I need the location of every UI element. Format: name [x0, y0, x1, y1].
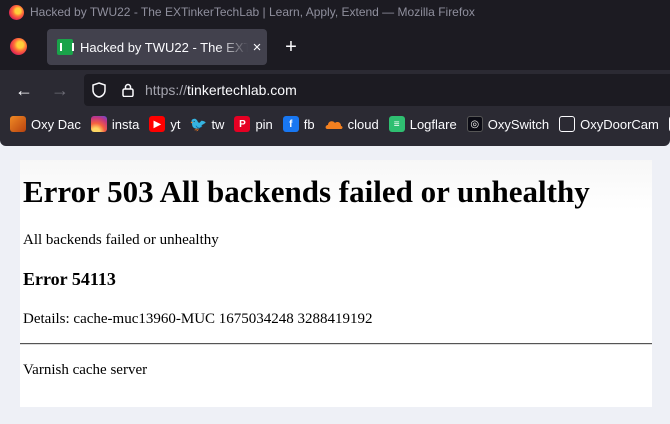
pinterest-icon: P — [234, 116, 251, 132]
bookmark-label: OxySwitch — [487, 116, 550, 132]
divider — [20, 343, 652, 345]
instagram-icon — [90, 116, 107, 132]
page-viewport: Error 503 All backends failed or unhealt… — [0, 146, 670, 424]
url-protocol: https:// — [145, 82, 188, 98]
bookmark-oxydoorcam[interactable]: OxyDoorCam — [559, 116, 659, 132]
window-titlebar: Hacked by TWU22 - The EXTinkerTechLab | … — [0, 0, 670, 24]
bookmark-cloud[interactable]: cloud — [325, 116, 379, 132]
url-host: tinkertechlab.com — [187, 82, 297, 98]
bookmark-label: fb — [303, 116, 315, 132]
bookmark-label: insta — [111, 116, 140, 132]
globe-icon — [559, 116, 576, 132]
bookmark-oxyswitch[interactable]: ◎ OxySwitch — [466, 116, 550, 132]
address-bar[interactable]: https://tinkertechlab.com — [84, 74, 670, 106]
oxy-icon — [10, 116, 26, 132]
bookmark-label: cloud — [347, 116, 379, 132]
error-page: Error 503 All backends failed or unhealt… — [20, 160, 652, 407]
bookmark-label: pin — [255, 116, 273, 132]
url-text[interactable]: https://tinkertechlab.com — [145, 82, 297, 98]
toolbar-bottom-edge — [0, 138, 670, 146]
error-code: Error 54113 — [23, 269, 116, 289]
firefox-logo-icon — [9, 4, 24, 20]
server-footer: Varnish cache server — [23, 362, 148, 378]
bookmark-label: tw — [211, 116, 225, 132]
error-heading: Error 503 All backends failed or unhealt… — [23, 174, 590, 209]
bookmark-tw[interactable]: 🐦 tw — [189, 115, 225, 132]
site-favicon-icon — [57, 39, 74, 55]
bookmark-label: OxyDoorCam — [580, 116, 659, 132]
new-tab-button[interactable]: + — [280, 36, 302, 58]
tracking-protection-shield-icon[interactable] — [92, 82, 106, 98]
bookmark-fb[interactable]: f fb — [282, 116, 315, 132]
bookmark-label: Oxy Dac — [31, 116, 81, 132]
tab-close-icon[interactable]: × — [248, 39, 266, 56]
bookmark-oxy-dac[interactable]: Oxy Dac — [10, 116, 81, 132]
window-title: Hacked by TWU22 - The EXTinkerTechLab | … — [30, 5, 475, 19]
youtube-icon: ▶ — [149, 116, 166, 132]
tab-title: Hacked by TWU22 - The EXTinkerTechLab — [80, 39, 248, 55]
bookmark-label: Logflare — [409, 116, 457, 132]
bookmarks-toolbar: Oxy Dac insta ▶ yt 🐦 tw P pin f fb cloud… — [0, 110, 670, 138]
oxyswitch-icon: ◎ — [466, 116, 483, 132]
lock-icon[interactable] — [122, 83, 134, 97]
twitter-icon: 🐦 — [189, 115, 208, 132]
bookmark-logflare[interactable]: ≡ Logflare — [388, 116, 457, 132]
cloudflare-icon — [325, 121, 343, 129]
back-button[interactable]: ← — [13, 79, 35, 101]
firefox-view-icon[interactable] — [10, 38, 27, 55]
forward-button[interactable]: → — [49, 79, 71, 101]
tab-active[interactable]: Hacked by TWU22 - The EXTinkerTechLab × — [47, 29, 267, 65]
error-details: Details: cache-muc13960-MUC 1675034248 3… — [23, 311, 373, 327]
bookmark-yt[interactable]: ▶ yt — [149, 116, 180, 132]
navigation-bar: ← → https://tinkertechlab.com — [0, 70, 670, 110]
logflare-icon: ≡ — [388, 116, 405, 132]
bookmark-pin[interactable]: P pin — [234, 116, 273, 132]
tab-strip: Hacked by TWU22 - The EXTinkerTechLab × … — [0, 24, 670, 70]
bookmark-label: yt — [170, 116, 181, 132]
bookmark-insta[interactable]: insta — [90, 116, 140, 132]
facebook-icon: f — [282, 116, 299, 132]
error-message: All backends failed or unhealthy — [23, 232, 219, 248]
